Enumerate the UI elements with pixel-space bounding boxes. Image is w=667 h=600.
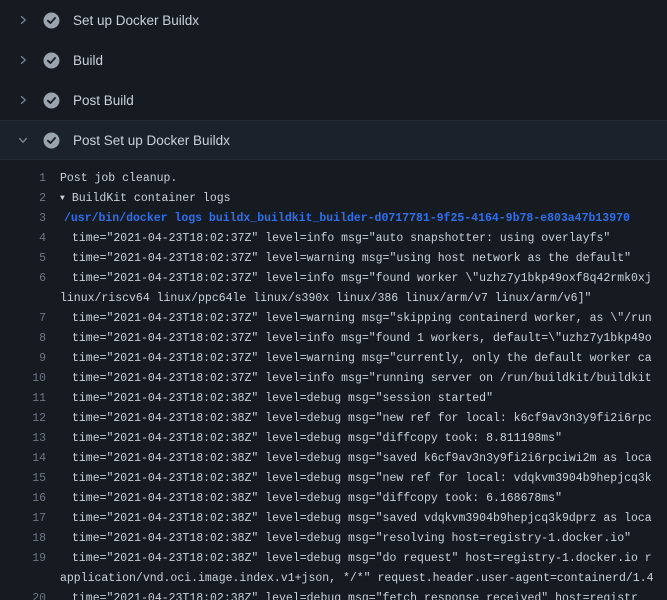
check-circle-icon [43, 132, 60, 149]
line-number[interactable]: 14 [0, 449, 46, 469]
step-label: Post Build [73, 93, 134, 108]
line-number[interactable]: 8 [0, 329, 46, 349]
line-number[interactable]: 5 [0, 249, 46, 269]
log-line: 7 time="2021-04-23T18:02:37Z" level=warni… [0, 309, 667, 329]
log-text: Post job cleanup. [60, 169, 177, 189]
log-text: time="2021-04-23T18:02:38Z" level=debug … [60, 409, 652, 429]
chevron-right-icon [16, 53, 30, 67]
chevron-down-icon [16, 133, 30, 147]
line-number[interactable]: 11 [0, 389, 46, 409]
log-group-toggle[interactable]: ▼ BuildKit container logs [60, 189, 231, 209]
step-header-post-set-up-docker-buildx[interactable]: Post Set up Docker Buildx [0, 120, 667, 160]
log-line: 8 time="2021-04-23T18:02:37Z" level=info … [0, 329, 667, 349]
line-number[interactable]: 2 [0, 189, 46, 209]
line-number[interactable]: 15 [0, 469, 46, 489]
log-line: 6 time="2021-04-23T18:02:37Z" level=info … [0, 269, 667, 289]
log-line: 3/usr/bin/docker logs buildx_buildkit_bu… [0, 209, 667, 229]
log-text: time="2021-04-23T18:02:38Z" level=debug … [60, 549, 652, 569]
log-text: time="2021-04-23T18:02:38Z" level=debug … [60, 529, 631, 549]
actions-log-viewer: Set up Docker Buildx Build Post Build Post … [0, 0, 667, 600]
log-text: time="2021-04-23T18:02:38Z" level=debug … [60, 389, 493, 409]
log-line: 16 time="2021-04-23T18:02:38Z" level=debu… [0, 489, 667, 509]
line-number[interactable]: 6 [0, 269, 46, 289]
log-line: 17 time="2021-04-23T18:02:38Z" level=debu… [0, 509, 667, 529]
log-line: 2 ▼ BuildKit container logs [0, 189, 667, 209]
step-header-build[interactable]: Build [0, 40, 667, 80]
step-list: Set up Docker Buildx Build Post Build Post … [0, 0, 667, 160]
line-number[interactable]: 12 [0, 409, 46, 429]
check-circle-icon [43, 52, 60, 69]
line-number[interactable]: 3 [0, 209, 46, 229]
log-command-text: /usr/bin/docker logs buildx_buildkit_bui… [60, 209, 630, 229]
step-label: Set up Docker Buildx [73, 13, 199, 28]
log-line-continuation: application/vnd.oci.image.index.v1+json,… [0, 569, 667, 589]
log-text: time="2021-04-23T18:02:38Z" level=debug … [60, 449, 652, 469]
log-group-label: BuildKit container logs [72, 192, 231, 205]
log-line: 4 time="2021-04-23T18:02:37Z" level=info … [0, 229, 667, 249]
step-header-post-build[interactable]: Post Build [0, 80, 667, 120]
log-line: 19 time="2021-04-23T18:02:38Z" level=debu… [0, 549, 667, 569]
line-number[interactable]: 20 [0, 589, 46, 600]
log-text: time="2021-04-23T18:02:37Z" level=info m… [60, 369, 652, 389]
log-line: 11 time="2021-04-23T18:02:38Z" level=debu… [0, 389, 667, 409]
line-number[interactable]: 10 [0, 369, 46, 389]
line-number[interactable]: 19 [0, 549, 46, 569]
log-line-continuation: linux/riscv64 linux/ppc64le linux/s390x … [0, 289, 667, 309]
log-line: 9 time="2021-04-23T18:02:37Z" level=warni… [0, 349, 667, 369]
log-text: time="2021-04-23T18:02:37Z" level=warnin… [60, 249, 631, 269]
log-text: time="2021-04-23T18:02:38Z" level=debug … [60, 509, 652, 529]
chevron-right-icon [16, 93, 30, 107]
check-circle-icon [43, 12, 60, 29]
log-text: time="2021-04-23T18:02:38Z" level=debug … [60, 429, 562, 449]
triangle-down-icon: ▼ [60, 189, 65, 209]
log-line: 1 Post job cleanup. [0, 169, 667, 189]
log-line: 13 time="2021-04-23T18:02:38Z" level=debu… [0, 429, 667, 449]
log-text: time="2021-04-23T18:02:38Z" level=debug … [60, 489, 562, 509]
log-text: application/vnd.oci.image.index.v1+json,… [60, 569, 654, 589]
line-number[interactable]: 17 [0, 509, 46, 529]
log-line: 14 time="2021-04-23T18:02:38Z" level=debu… [0, 449, 667, 469]
log-text: time="2021-04-23T18:02:37Z" level=info m… [60, 269, 652, 289]
chevron-right-icon [16, 13, 30, 27]
line-number[interactable]: 16 [0, 489, 46, 509]
log-text: time="2021-04-23T18:02:37Z" level=info m… [60, 329, 652, 349]
log-panel: 1 Post job cleanup. 2 ▼ BuildKit container l… [0, 160, 667, 600]
line-number[interactable]: 9 [0, 349, 46, 369]
log-line: 10 time="2021-04-23T18:02:37Z" level=info… [0, 369, 667, 389]
log-line: 18 time="2021-04-23T18:02:38Z" level=debu… [0, 529, 667, 549]
log-text: time="2021-04-23T18:02:37Z" level=warnin… [60, 349, 652, 369]
log-line: 12 time="2021-04-23T18:02:38Z" level=debu… [0, 409, 667, 429]
log-text: linux/riscv64 linux/ppc64le linux/s390x … [60, 289, 591, 309]
log-line: 20 time="2021-04-23T18:02:38Z" level=debu… [0, 589, 667, 600]
log-line: 15 time="2021-04-23T18:02:38Z" level=debu… [0, 469, 667, 489]
log-text: time="2021-04-23T18:02:38Z" level=debug … [60, 589, 638, 600]
log-text: time="2021-04-23T18:02:37Z" level=warnin… [60, 309, 652, 329]
step-label: Post Set up Docker Buildx [73, 133, 230, 148]
log-text: time="2021-04-23T18:02:37Z" level=info m… [60, 229, 610, 249]
log-line: 5 time="2021-04-23T18:02:37Z" level=warni… [0, 249, 667, 269]
line-number-spacer [0, 289, 46, 309]
step-header-set-up-docker-buildx[interactable]: Set up Docker Buildx [0, 0, 667, 40]
step-label: Build [73, 53, 103, 68]
line-number[interactable]: 18 [0, 529, 46, 549]
line-number[interactable]: 1 [0, 169, 46, 189]
line-number[interactable]: 4 [0, 229, 46, 249]
log-text: time="2021-04-23T18:02:38Z" level=debug … [60, 469, 652, 489]
check-circle-icon [43, 92, 60, 109]
line-number-spacer [0, 569, 46, 589]
line-number[interactable]: 7 [0, 309, 46, 329]
line-number[interactable]: 13 [0, 429, 46, 449]
